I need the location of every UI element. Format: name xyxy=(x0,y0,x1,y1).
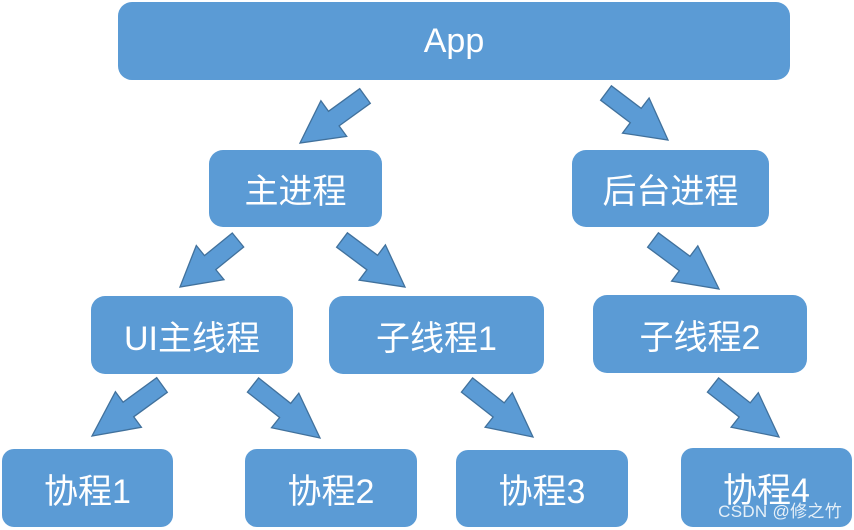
arrow-main-process-to-sub-thread-1 xyxy=(335,231,407,288)
node-ui-main-thread: UI主线程 xyxy=(91,296,293,374)
node-label: 后台进程 xyxy=(602,173,739,211)
node-label: 主进程 xyxy=(244,173,347,211)
node-label: App xyxy=(423,21,485,60)
node-label: 协程1 xyxy=(44,472,131,511)
node-label: UI主线程 xyxy=(124,319,260,358)
arrow-ui-main-thread-to-coroutine-1 xyxy=(90,376,169,437)
watermark: CSDN @修之竹 xyxy=(718,502,842,521)
arrow-sub-thread-2-to-coroutine-4 xyxy=(706,376,781,438)
node-app: App xyxy=(118,2,790,80)
node-coroutine-2: 协程2 xyxy=(245,449,417,527)
node-label: 协程3 xyxy=(498,473,586,511)
arrow-sub-thread-1-to-coroutine-3 xyxy=(460,376,535,438)
arrow-app-to-background-process xyxy=(599,84,670,141)
node-sub-thread-1: 子线程1 xyxy=(329,296,544,374)
node-label: 子线程2 xyxy=(639,318,761,357)
arrow-ui-main-thread-to-coroutine-2 xyxy=(246,376,322,439)
node-background-process: 后台进程 xyxy=(572,150,769,227)
arrow-background-process-to-sub-thread-2 xyxy=(646,231,721,290)
node-coroutine-1: 协程1 xyxy=(2,449,173,527)
node-coroutine-3: 协程3 xyxy=(456,450,628,527)
arrow-app-to-main-process xyxy=(298,87,372,144)
node-label: 子线程1 xyxy=(376,319,497,358)
node-label: 协程2 xyxy=(287,472,375,511)
node-sub-thread-2: 子线程2 xyxy=(593,295,807,373)
node-main-process: 主进程 xyxy=(209,150,382,227)
arrow-main-process-to-ui-main-thread xyxy=(178,232,245,288)
